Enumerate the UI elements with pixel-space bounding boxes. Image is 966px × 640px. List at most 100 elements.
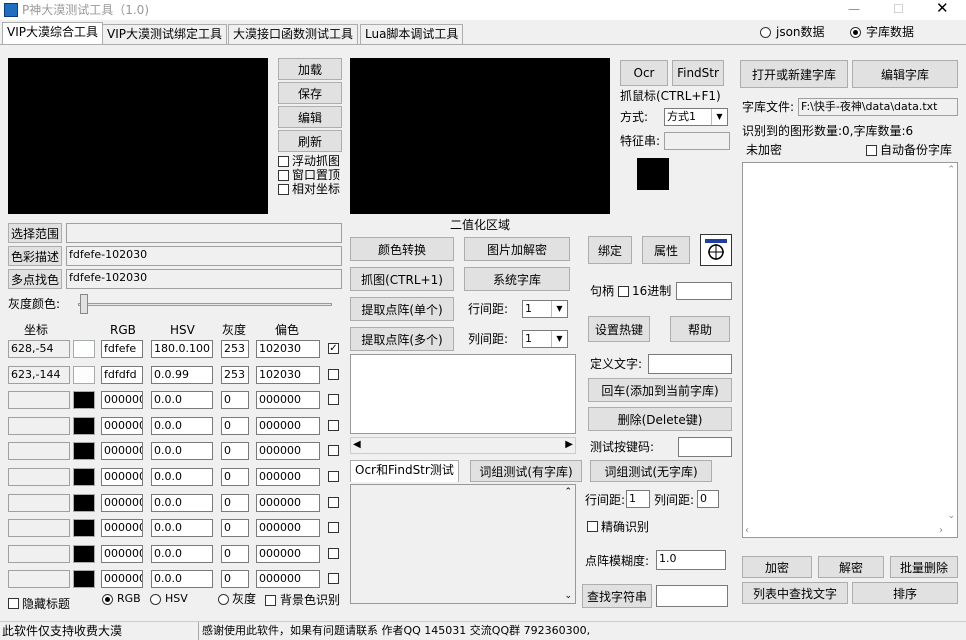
find-string-input[interactable] [656,585,728,607]
help-button[interactable]: 帮助 [670,316,730,342]
gray-slider-track[interactable] [78,303,332,306]
color-desc-button[interactable]: 色彩描述 [8,246,62,266]
hsv-cell[interactable]: 0.0.99 [151,366,213,384]
mid-col-gap-select[interactable]: 1 ▼ [522,330,568,348]
hscrollbar[interactable]: ◀ ▶ [350,437,576,454]
word-test-lib-button[interactable]: 词组测试(有字库) [470,460,582,482]
offset-cell[interactable]: 102030 [256,340,320,358]
gray-cell[interactable]: 0 [221,519,249,537]
ocr-row-gap-input[interactable]: 1 [626,490,650,508]
gray-cell[interactable]: 0 [221,391,249,409]
window-top-checkbox[interactable] [278,170,289,181]
system-lib-button[interactable]: 系统字库 [464,267,570,291]
mid-row-gap-select[interactable]: 1 ▼ [522,300,568,318]
tab-vip-bind[interactable]: VIP大漠测试绑定工具 [102,24,227,44]
float-capture-checkbox[interactable] [278,156,289,167]
color-convert-button[interactable]: 颜色转换 [350,237,454,261]
property-button[interactable]: 属性 [642,236,690,264]
multi-color-button[interactable]: 多点找色 [8,269,62,289]
save-button[interactable]: 保存 [278,82,342,104]
gray-cell[interactable]: 253 [221,340,249,358]
offset-cell[interactable]: 000000 [256,417,320,435]
gray-cell[interactable]: 253 [221,366,249,384]
gray-cell[interactable]: 0 [221,545,249,563]
offset-cell[interactable]: 102030 [256,366,320,384]
offset-cell[interactable]: 000000 [256,391,320,409]
radio-json[interactable] [760,27,771,38]
edit-button[interactable]: 编辑 [278,106,342,128]
sort-button[interactable]: 排序 [852,582,958,604]
handle-input[interactable] [676,282,732,300]
hsv-cell[interactable]: 0.0.0 [151,545,213,563]
hsv-cell[interactable]: 0.0.0 [151,442,213,460]
gray-slider-thumb[interactable] [80,294,88,314]
offset-cell[interactable]: 000000 [256,442,320,460]
offset-cell[interactable]: 000000 [256,545,320,563]
hsv-cell[interactable]: 180.0.100 [151,340,213,358]
hsv-cell[interactable]: 0.0.0 [151,468,213,486]
row-checkbox[interactable] [328,471,339,482]
rgb-cell[interactable]: 000000 [101,545,143,563]
close-icon[interactable]: ✕ [936,0,949,16]
hex-checkbox[interactable] [618,286,629,297]
minimize-icon[interactable]: — [848,1,860,17]
gray-cell[interactable]: 0 [221,442,249,460]
crosshair-target-icon[interactable] [700,234,732,266]
radio-hsv[interactable] [150,594,161,605]
dot-matrix-list[interactable] [350,354,576,434]
scroll-down-icon[interactable]: ⌄ [947,511,955,521]
row-checkbox[interactable] [328,420,339,431]
bind-button[interactable]: 绑定 [588,236,632,264]
radio-gray[interactable] [218,594,229,605]
test-key-input[interactable] [678,437,732,457]
define-text-input[interactable] [648,354,732,374]
row-checkbox[interactable] [328,369,339,380]
hsv-cell[interactable]: 0.0.0 [151,570,213,588]
rgb-cell[interactable]: 000000 [101,519,143,537]
offset-cell[interactable]: 000000 [256,494,320,512]
rgb-cell[interactable]: 000000 [101,468,143,486]
open-lib-button[interactable]: 打开或新建字库 [740,60,848,88]
maximize-icon[interactable]: ☐ [893,1,904,17]
scroll-up-icon[interactable]: ⌃ [947,165,955,175]
row-checkbox[interactable] [328,394,339,405]
scroll-left-icon[interactable]: ‹ [745,525,749,536]
batch-delete-button[interactable]: 批量删除 [890,556,958,578]
gray-cell[interactable]: 0 [221,468,249,486]
word-test-nolib-button[interactable]: 词组测试(无字库) [590,460,712,482]
offset-cell[interactable]: 000000 [256,468,320,486]
ocr-result-area[interactable]: ⌃ ⌄ [350,484,576,604]
tab-interface-test[interactable]: 大漠接口函数测试工具 [228,24,359,44]
bg-recog-checkbox[interactable] [265,595,276,606]
load-button[interactable]: 加载 [278,58,342,80]
row-checkbox[interactable] [328,522,339,533]
extract-multi-button[interactable]: 提取点阵(多个) [350,327,454,351]
font-lib-list[interactable]: ⌃ ⌄ ‹ › [742,162,958,538]
offset-cell[interactable]: 000000 [256,570,320,588]
radio-rgb[interactable] [102,594,113,605]
row-checkbox[interactable] [328,445,339,456]
rgb-cell[interactable]: 000000 [101,570,143,588]
set-hotkey-button[interactable]: 设置热键 [588,316,650,342]
radio-font-lib[interactable] [850,27,861,38]
find-in-list-button[interactable]: 列表中查找文字 [742,582,848,604]
decrypt-button[interactable]: 解密 [818,556,884,578]
row-checkbox[interactable] [328,573,339,584]
hide-title-checkbox[interactable] [8,598,19,609]
rgb-cell[interactable]: 000000 [101,391,143,409]
relative-coord-checkbox[interactable] [278,184,289,195]
row-checkbox[interactable] [328,497,339,508]
enter-add-button[interactable]: 回车(添加到当前字库) [588,378,732,402]
img-decrypt-button[interactable]: 图片加解密 [464,237,570,261]
gray-cell[interactable]: 0 [221,570,249,588]
findstr-button[interactable]: FindStr [672,60,724,86]
find-string-button[interactable]: 查找字符串 [582,584,652,608]
hsv-cell[interactable]: 0.0.0 [151,494,213,512]
encrypt-button[interactable]: 加密 [742,556,812,578]
refresh-button[interactable]: 刷新 [278,130,342,152]
tab-ocr-findstr[interactable]: Ocr和FindStr测试 [350,460,459,482]
hsv-cell[interactable]: 0.0.0 [151,417,213,435]
delete-button[interactable]: 删除(Delete键) [588,407,732,431]
extract-single-button[interactable]: 提取点阵(单个) [350,297,454,321]
rgb-cell[interactable]: 000000 [101,417,143,435]
